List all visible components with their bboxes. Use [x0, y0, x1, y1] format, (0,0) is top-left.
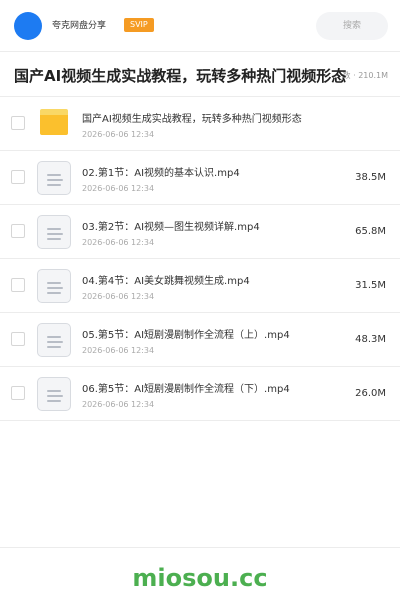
file-date: 2026-06-06 12:34	[82, 184, 155, 193]
username: 夸克网盘分享	[52, 21, 107, 31]
file-date: 2026-06-06 12:34	[82, 130, 155, 139]
list-item[interactable]: 03.第2节：AI视频—图生视频详解.mp4 2026-06-06 12:34 …	[0, 205, 400, 259]
file-date: 2026-06-06 12:34	[82, 292, 155, 301]
total-size: 210.1M	[358, 71, 388, 80]
footer: miosou.cc	[0, 547, 400, 600]
select-checkbox[interactable]	[11, 116, 25, 130]
top-bar: 夸克网盘分享 SVIP 搜索	[0, 0, 400, 52]
file-name: 04.第4节：AI美女跳舞视频生成.mp4	[82, 276, 250, 287]
video-file-icon	[37, 323, 71, 357]
video-file-icon	[37, 161, 71, 195]
video-file-icon	[37, 269, 71, 303]
file-name: 05.第5节：AI短剧漫剧制作全流程（上）.mp4	[82, 330, 290, 341]
file-name: 03.第2节：AI视频—图生视频详解.mp4	[82, 222, 260, 233]
select-checkbox[interactable]	[11, 224, 25, 238]
video-file-icon	[37, 377, 71, 411]
file-size: 26.0M	[355, 388, 386, 399]
video-file-icon	[37, 215, 71, 249]
file-size: 48.3M	[355, 334, 386, 345]
list-item[interactable]: 国产AI视频生成实战教程，玩转多种热门视频形态 2026-06-06 12:34	[0, 97, 400, 151]
site-watermark: miosou.cc	[132, 564, 268, 592]
meta-separator: ·	[353, 71, 356, 80]
svip-badge: SVIP	[124, 18, 154, 32]
share-meta: 数 · 210.1M	[343, 70, 388, 82]
file-date: 2026-06-06 12:34	[82, 238, 155, 247]
file-name: 02.第1节：AI视频的基本认识.mp4	[82, 168, 240, 179]
select-checkbox[interactable]	[11, 386, 25, 400]
file-date: 2026-06-06 12:34	[82, 346, 155, 355]
list-item[interactable]: 04.第4节：AI美女跳舞视频生成.mp4 2026-06-06 12:34 3…	[0, 259, 400, 313]
select-checkbox[interactable]	[11, 332, 25, 346]
share-title-bar: 数 · 210.1M 国产AI视频生成实战教程，玩转多种热门视频形态	[0, 53, 400, 97]
file-size: 31.5M	[355, 280, 386, 291]
list-item[interactable]: 02.第1节：AI视频的基本认识.mp4 2026-06-06 12:34 38…	[0, 151, 400, 205]
list-item[interactable]: 05.第5节：AI短剧漫剧制作全流程（上）.mp4 2026-06-06 12:…	[0, 313, 400, 367]
select-checkbox[interactable]	[11, 278, 25, 292]
file-name: 国产AI视频生成实战教程，玩转多种热门视频形态	[82, 114, 302, 125]
file-date: 2026-06-06 12:34	[82, 400, 155, 409]
page-title: 国产AI视频生成实战教程，玩转多种热门视频形态	[14, 67, 347, 85]
search-input[interactable]: 搜索	[316, 12, 388, 40]
folder-icon	[40, 109, 68, 135]
file-name: 06.第5节：AI短剧漫剧制作全流程（下）.mp4	[82, 384, 290, 395]
list-item[interactable]: 06.第5节：AI短剧漫剧制作全流程（下）.mp4 2026-06-06 12:…	[0, 367, 400, 421]
file-list: 国产AI视频生成实战教程，玩转多种热门视频形态 2026-06-06 12:34…	[0, 97, 400, 421]
file-size: 65.8M	[355, 226, 386, 237]
select-checkbox[interactable]	[11, 170, 25, 184]
file-size: 38.5M	[355, 172, 386, 183]
avatar[interactable]	[14, 12, 42, 40]
